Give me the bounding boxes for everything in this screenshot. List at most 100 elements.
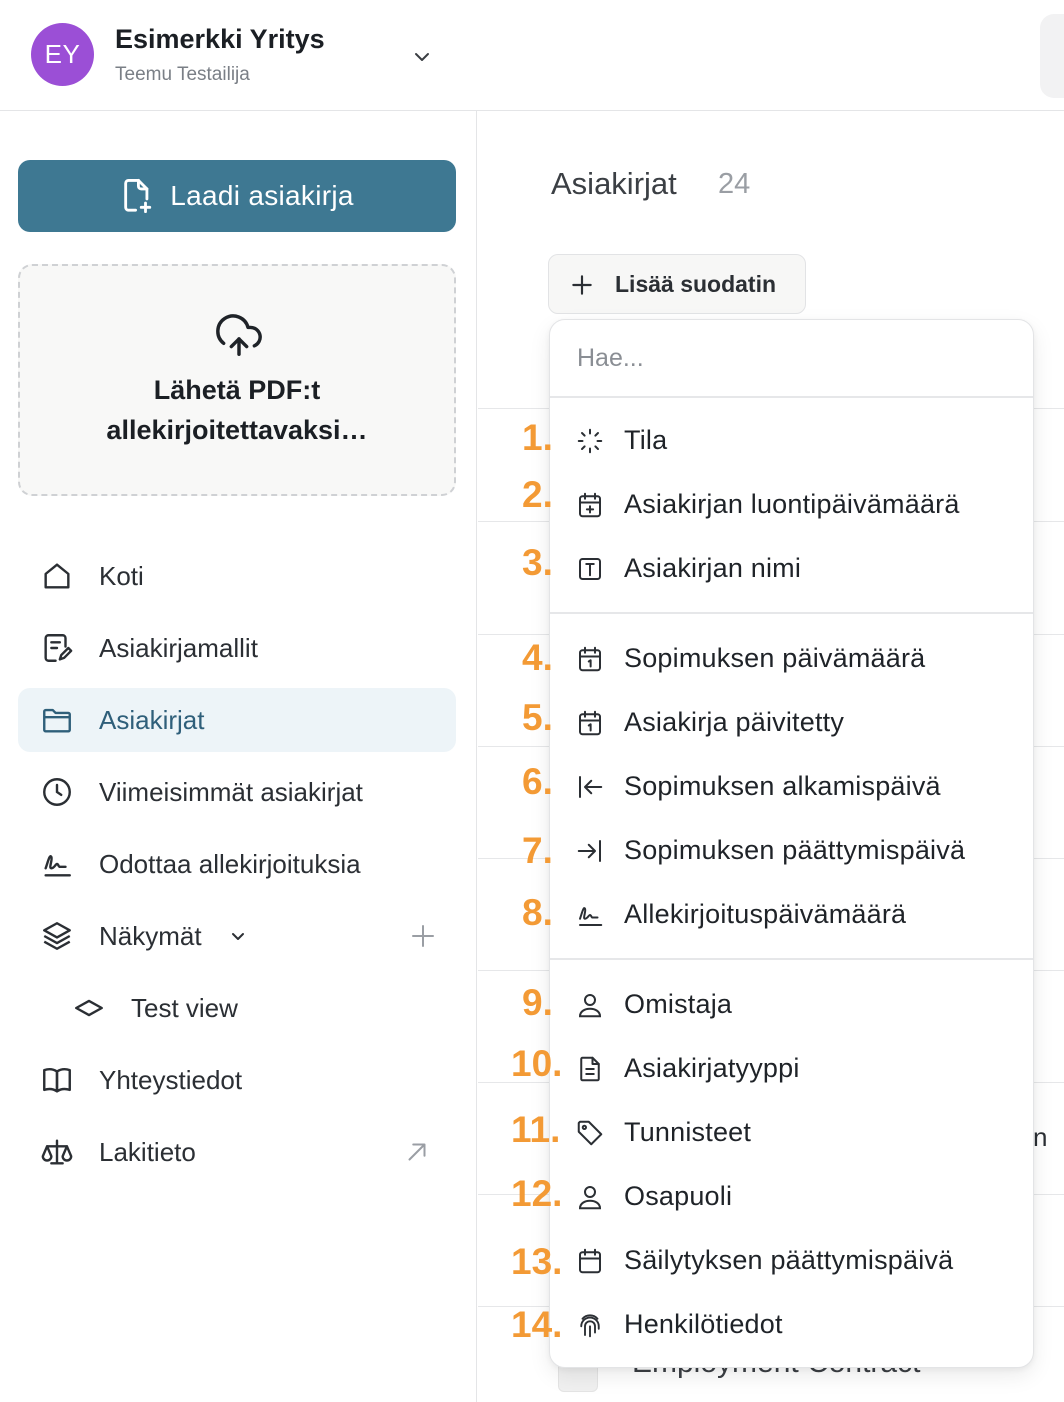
filter-option-document-type[interactable]: Asiakirjatyyppi xyxy=(550,1038,1033,1098)
chevron-down-icon[interactable] xyxy=(226,924,250,948)
dropdown-divider xyxy=(550,612,1033,614)
filter-option-retention-end[interactable]: Säilytyksen päättymispäivä xyxy=(550,1230,1033,1290)
filter-search-input[interactable] xyxy=(550,320,1033,396)
user-name: Teemu Testailija xyxy=(115,64,250,85)
filter-option-updated[interactable]: Asiakirja päivitetty xyxy=(550,692,1033,752)
org-name: Esimerkki Yritys xyxy=(115,24,325,54)
table-cell-fragment: n xyxy=(1033,1122,1048,1152)
filter-option-end-date[interactable]: Sopimuksen päättymispäivä xyxy=(550,820,1033,880)
filter-option-status[interactable]: Tila xyxy=(550,410,1033,470)
dropdown-divider xyxy=(550,396,1033,398)
sidebar-item-label: Test view xyxy=(131,992,238,1023)
filter-option-label: Asiakirjan nimi xyxy=(624,553,802,583)
book-icon xyxy=(43,1067,71,1093)
filter-option-label: Henkilötiedot xyxy=(624,1309,783,1339)
annotation-marker: 13. xyxy=(511,1241,563,1282)
add-view-icon[interactable] xyxy=(408,921,438,951)
calendar-one-icon xyxy=(579,710,601,736)
add-filter-label: Lisää suodatin xyxy=(615,271,777,297)
filter-option-personal-data[interactable]: Henkilötiedot xyxy=(550,1294,1033,1354)
user-icon xyxy=(578,994,602,1018)
annotation-marker: 9. xyxy=(522,982,553,1023)
filter-option-label: Allekirjoituspäivämäärä xyxy=(624,899,907,929)
filter-option-label: Asiakirjatyyppi xyxy=(624,1053,800,1083)
folder-icon xyxy=(43,708,71,733)
upload-title-line2: allekirjoitettavaksi… xyxy=(106,415,368,445)
text-box-icon xyxy=(579,558,601,580)
sidebar-item-views[interactable]: Näkymät xyxy=(18,904,456,968)
external-link-icon[interactable] xyxy=(402,1137,432,1167)
sidebar-item-label: Yhteystiedot xyxy=(99,1064,243,1095)
filter-option-label: Säilytyksen päättymispäivä xyxy=(624,1245,954,1275)
filter-option-created-date[interactable]: Asiakirjan luontipäivämäärä xyxy=(550,474,1033,534)
arrow-to-left-icon xyxy=(579,776,603,798)
filter-option-label: Tunnisteet xyxy=(624,1117,752,1147)
annotation-marker: 8. xyxy=(522,892,553,933)
upload-title-line1: Lähetä PDF:t xyxy=(153,375,321,405)
filter-option-label: Sopimuksen päivämäärä xyxy=(624,643,926,673)
sidebar-item-awaiting-signatures[interactable]: Odottaa allekirjoituksia xyxy=(18,832,456,896)
filter-option-label: Tila xyxy=(624,425,668,455)
annotation-marker: 2. xyxy=(522,474,553,515)
sidebar-item-contacts[interactable]: Yhteystiedot xyxy=(18,1048,456,1112)
sidebar-item-recent[interactable]: Viimeisimmät asiakirjat xyxy=(18,760,456,824)
sidebar-item-label: Asiakirjat xyxy=(99,704,205,735)
sidebar-item-label: Viimeisimmät asiakirjat xyxy=(99,776,363,807)
file-text-icon xyxy=(580,1056,600,1082)
filter-option-contract-date[interactable]: Sopimuksen päivämäärä xyxy=(550,628,1033,688)
filter-option-label: Asiakirja päivitetty xyxy=(624,707,845,737)
sidebar-divider xyxy=(476,111,477,1402)
chevron-down-icon[interactable] xyxy=(410,45,434,69)
filter-option-label: Sopimuksen alkamispäivä xyxy=(624,771,941,801)
scales-icon xyxy=(41,1139,73,1165)
page-title: Asiakirjat xyxy=(551,166,677,201)
avatar: EY xyxy=(31,23,94,86)
filter-dropdown: Tila Asiakirjan luontipäivämäärä Asiakir… xyxy=(549,319,1034,1368)
top-right-control[interactable] xyxy=(1040,14,1064,98)
annotation-marker: 1. xyxy=(522,417,553,458)
new-document-icon xyxy=(124,179,152,213)
sidebar-item-templates[interactable]: Asiakirjamallit xyxy=(18,616,456,680)
add-filter-button[interactable]: Lisää suodatin xyxy=(548,254,806,314)
annotation-marker: 12. xyxy=(511,1173,563,1214)
org-switcher[interactable]: EY Esimerkki Yritys Teemu Testailija xyxy=(0,0,477,111)
home-icon xyxy=(44,563,70,589)
annotation-marker: 10. xyxy=(511,1043,563,1084)
filter-option-signature-date[interactable]: Allekirjoituspäivämäärä xyxy=(550,884,1033,944)
sidebar-item-label: Koti xyxy=(99,560,144,591)
annotation-marker: 4. xyxy=(522,637,553,678)
annotation-marker: 14. xyxy=(511,1304,563,1345)
loader-icon xyxy=(577,428,603,454)
signature-icon xyxy=(44,855,71,877)
sidebar-item-documents[interactable]: Asiakirjat xyxy=(18,688,456,752)
filter-option-owner[interactable]: Omistaja xyxy=(550,974,1033,1034)
user-icon xyxy=(578,1186,602,1210)
calendar-one-icon xyxy=(579,646,601,672)
sidebar-item-test-view[interactable]: Test view xyxy=(18,976,456,1040)
filter-option-start-date[interactable]: Sopimuksen alkamispäivä xyxy=(550,756,1033,816)
view-icon xyxy=(75,999,103,1017)
annotation-marker: 3. xyxy=(522,542,553,583)
compose-document-button[interactable]: Laadi asiakirja xyxy=(18,160,456,232)
annotation-marker: 7. xyxy=(522,830,553,871)
sidebar-item-label: Näkymät xyxy=(99,920,202,951)
upload-pdf-dropzone[interactable]: Lähetä PDF:t allekirjoitettavaksi… xyxy=(18,264,456,496)
sidebar-item-label: Odottaa allekirjoituksia xyxy=(99,848,361,879)
tag-icon xyxy=(577,1120,603,1146)
filter-option-party[interactable]: Osapuoli xyxy=(550,1166,1033,1226)
compose-document-label: Laadi asiakirja xyxy=(170,180,354,211)
signature-icon xyxy=(579,907,603,926)
sidebar-item-label: Lakitieto xyxy=(99,1136,196,1167)
clock-icon xyxy=(43,778,71,806)
annotation-marker: 6. xyxy=(522,761,553,802)
fingerprint-icon xyxy=(580,1314,600,1338)
plus-icon xyxy=(572,275,592,295)
cloud-upload-icon xyxy=(216,314,262,356)
filter-option-label: Osapuoli xyxy=(624,1181,733,1211)
sidebar-item-home[interactable]: Koti xyxy=(18,544,456,608)
filter-option-document-name[interactable]: Asiakirjan nimi xyxy=(550,538,1033,598)
document-count: 24 xyxy=(718,168,751,200)
annotation-marker: 11. xyxy=(511,1109,561,1150)
filter-option-tags[interactable]: Tunnisteet xyxy=(550,1102,1033,1162)
sidebar-item-legal-info[interactable]: Lakitieto xyxy=(18,1120,456,1184)
